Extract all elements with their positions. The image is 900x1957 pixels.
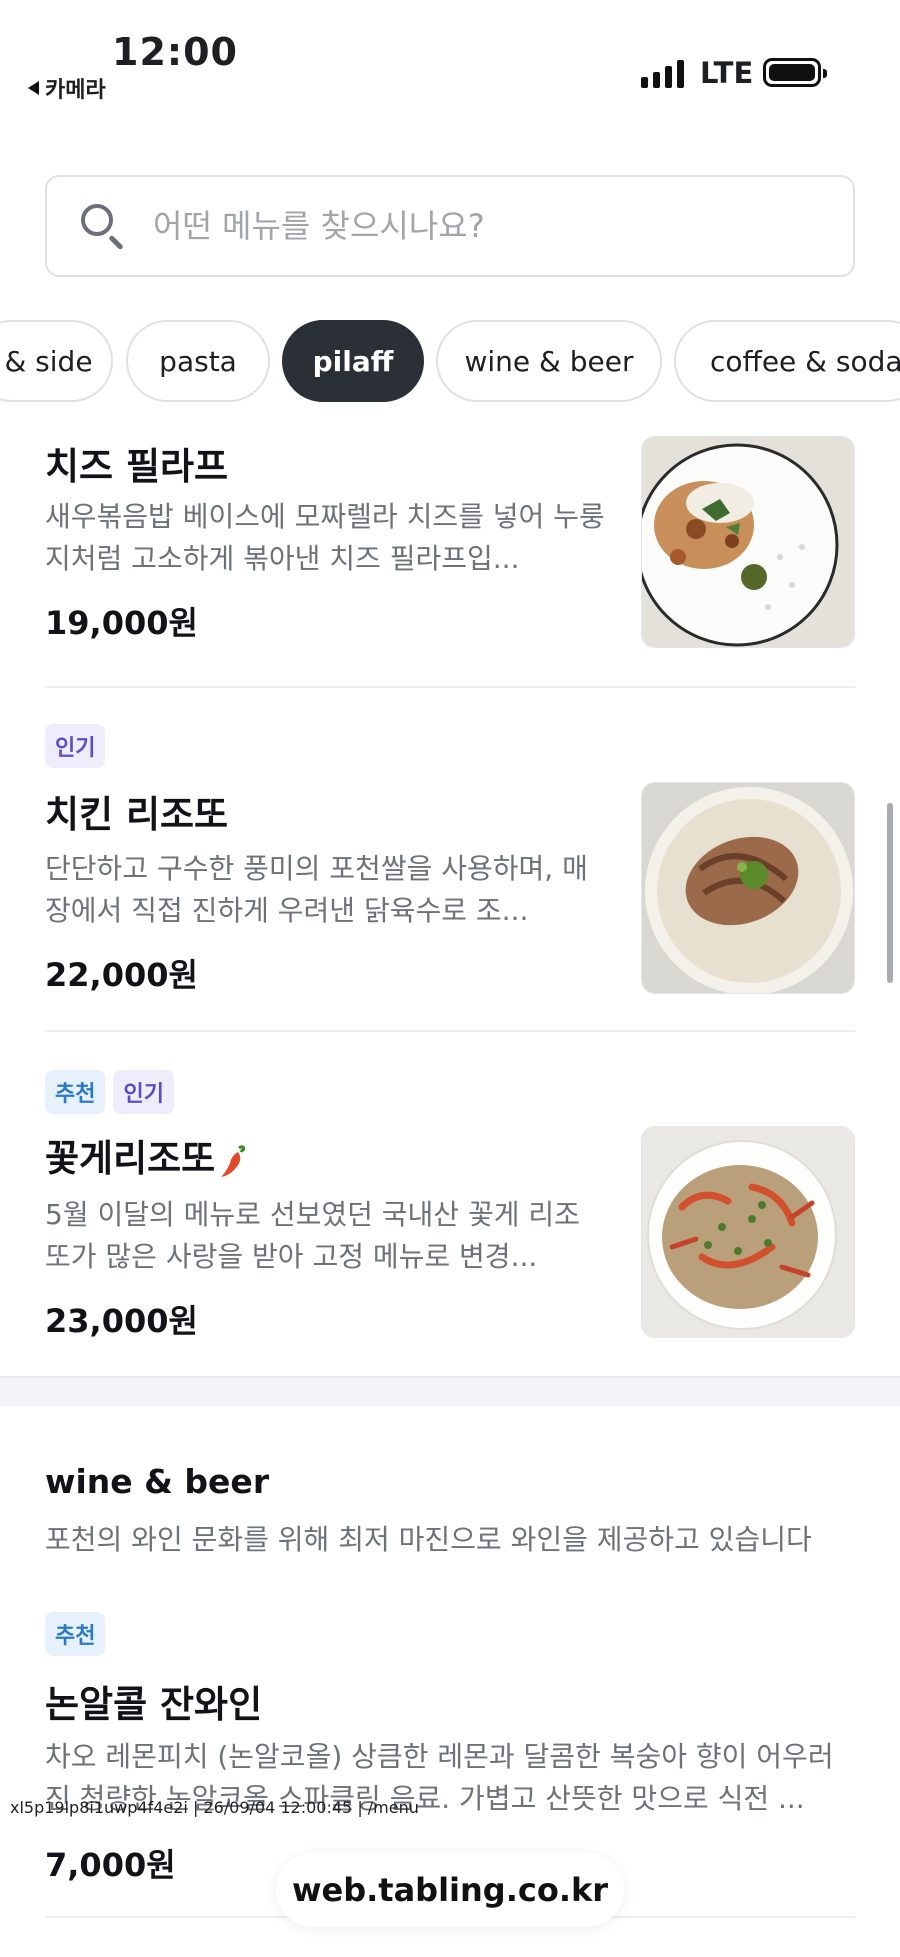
item-name: 꽃게리조또 <box>45 1137 216 1180</box>
status-bar: 12:00 카메라 LTE <box>0 0 900 110</box>
section-title: wine & beer <box>45 1462 270 1501</box>
section-description: 포천의 와인 문화를 위해 최저 마진으로 와인을 제공하고 있습니다 <box>45 1523 812 1556</box>
item-photo <box>641 436 855 648</box>
item-name: 치즈 필라프 <box>45 445 229 488</box>
scrollbar[interactable] <box>887 803 893 983</box>
item-photo <box>641 782 855 994</box>
tab-pilaff[interactable]: pilaff <box>282 320 424 402</box>
item-tags: 추천 <box>45 1612 106 1656</box>
item-price: 19,000원 <box>45 604 198 642</box>
item-description: 새우볶음밥 베이스에 모짜렐라 치즈를 넣어 누룽지처럼 고소하게 볶아낸 치즈… <box>45 500 605 575</box>
item-description: 5월 이달의 메뉴로 선보였던 국내산 꽃게 리조또가 많은 사랑을 받아 고정… <box>45 1198 580 1273</box>
menu-search-box[interactable] <box>45 175 855 277</box>
category-tabs: & side pasta pilaff wine & beer coffee &… <box>0 320 900 402</box>
url-bar[interactable]: web.tabling.co.kr <box>276 1853 624 1927</box>
item-description: 단단하고 구수한 풍미의 포천쌀을 사용하며, 매장에서 직접 진하게 우려낸 … <box>45 852 588 927</box>
back-app-label: 카메라 <box>45 78 106 103</box>
section-separator <box>0 1376 900 1406</box>
tab-wine-beer[interactable]: wine & beer <box>436 320 662 402</box>
menu-item[interactable]: 인기 치킨 리조또 단단하고 구수한 풍미의 포천쌀을 사용하며, 매장에서 직… <box>45 722 855 1002</box>
item-photo <box>641 1126 855 1338</box>
search-icon <box>79 202 127 251</box>
item-name: 치킨 리조또 <box>45 793 229 836</box>
divider <box>45 1030 855 1032</box>
item-name: 논알콜 잔와인 <box>45 1683 263 1726</box>
search-input[interactable] <box>153 207 793 245</box>
screenshot-stamp: xl5p19lp8i1uwp4f4e2i | 26/09/04 12:00:45… <box>10 1798 419 1817</box>
recommended-badge: 추천 <box>45 1070 106 1114</box>
tab-coffee-soda[interactable]: coffee & soda <box>674 320 900 402</box>
item-price: 23,000원 <box>45 1302 198 1340</box>
battery-icon <box>763 58 827 87</box>
network-label: LTE <box>700 56 754 90</box>
back-arrow-icon <box>28 81 39 95</box>
item-price: 7,000원 <box>45 1846 176 1884</box>
popular-badge: 인기 <box>45 724 106 768</box>
item-tags: 인기 <box>45 724 106 768</box>
divider <box>45 686 855 688</box>
item-name-row: 꽃게리조또 <box>45 1128 246 1182</box>
back-to-app-button[interactable]: 카메라 <box>28 72 106 104</box>
recommended-badge: 추천 <box>45 1612 106 1656</box>
tab-pasta[interactable]: pasta <box>126 320 270 402</box>
chili-pepper-icon <box>221 1144 246 1177</box>
tab-side[interactable]: & side <box>0 320 113 402</box>
popular-badge: 인기 <box>113 1070 174 1114</box>
status-time: 12:00 <box>112 30 238 74</box>
menu-item[interactable]: 추천 인기 꽃게리조또 5월 이달의 메뉴로 선보였던 국내산 꽃게 리조또가 … <box>45 1068 855 1350</box>
item-tags: 추천 인기 <box>45 1070 174 1114</box>
menu-item[interactable]: 치즈 필라프 새우볶음밥 베이스에 모짜렐라 치즈를 넣어 누룽지처럼 고소하게… <box>45 420 855 670</box>
menu-item[interactable]: 추천 논알콜 잔와인 차오 레몬피치 (논알코올) 상큼한 레몬과 달콤한 복숭… <box>45 1612 855 1884</box>
item-price: 22,000원 <box>45 956 198 994</box>
signal-icon <box>641 60 684 88</box>
